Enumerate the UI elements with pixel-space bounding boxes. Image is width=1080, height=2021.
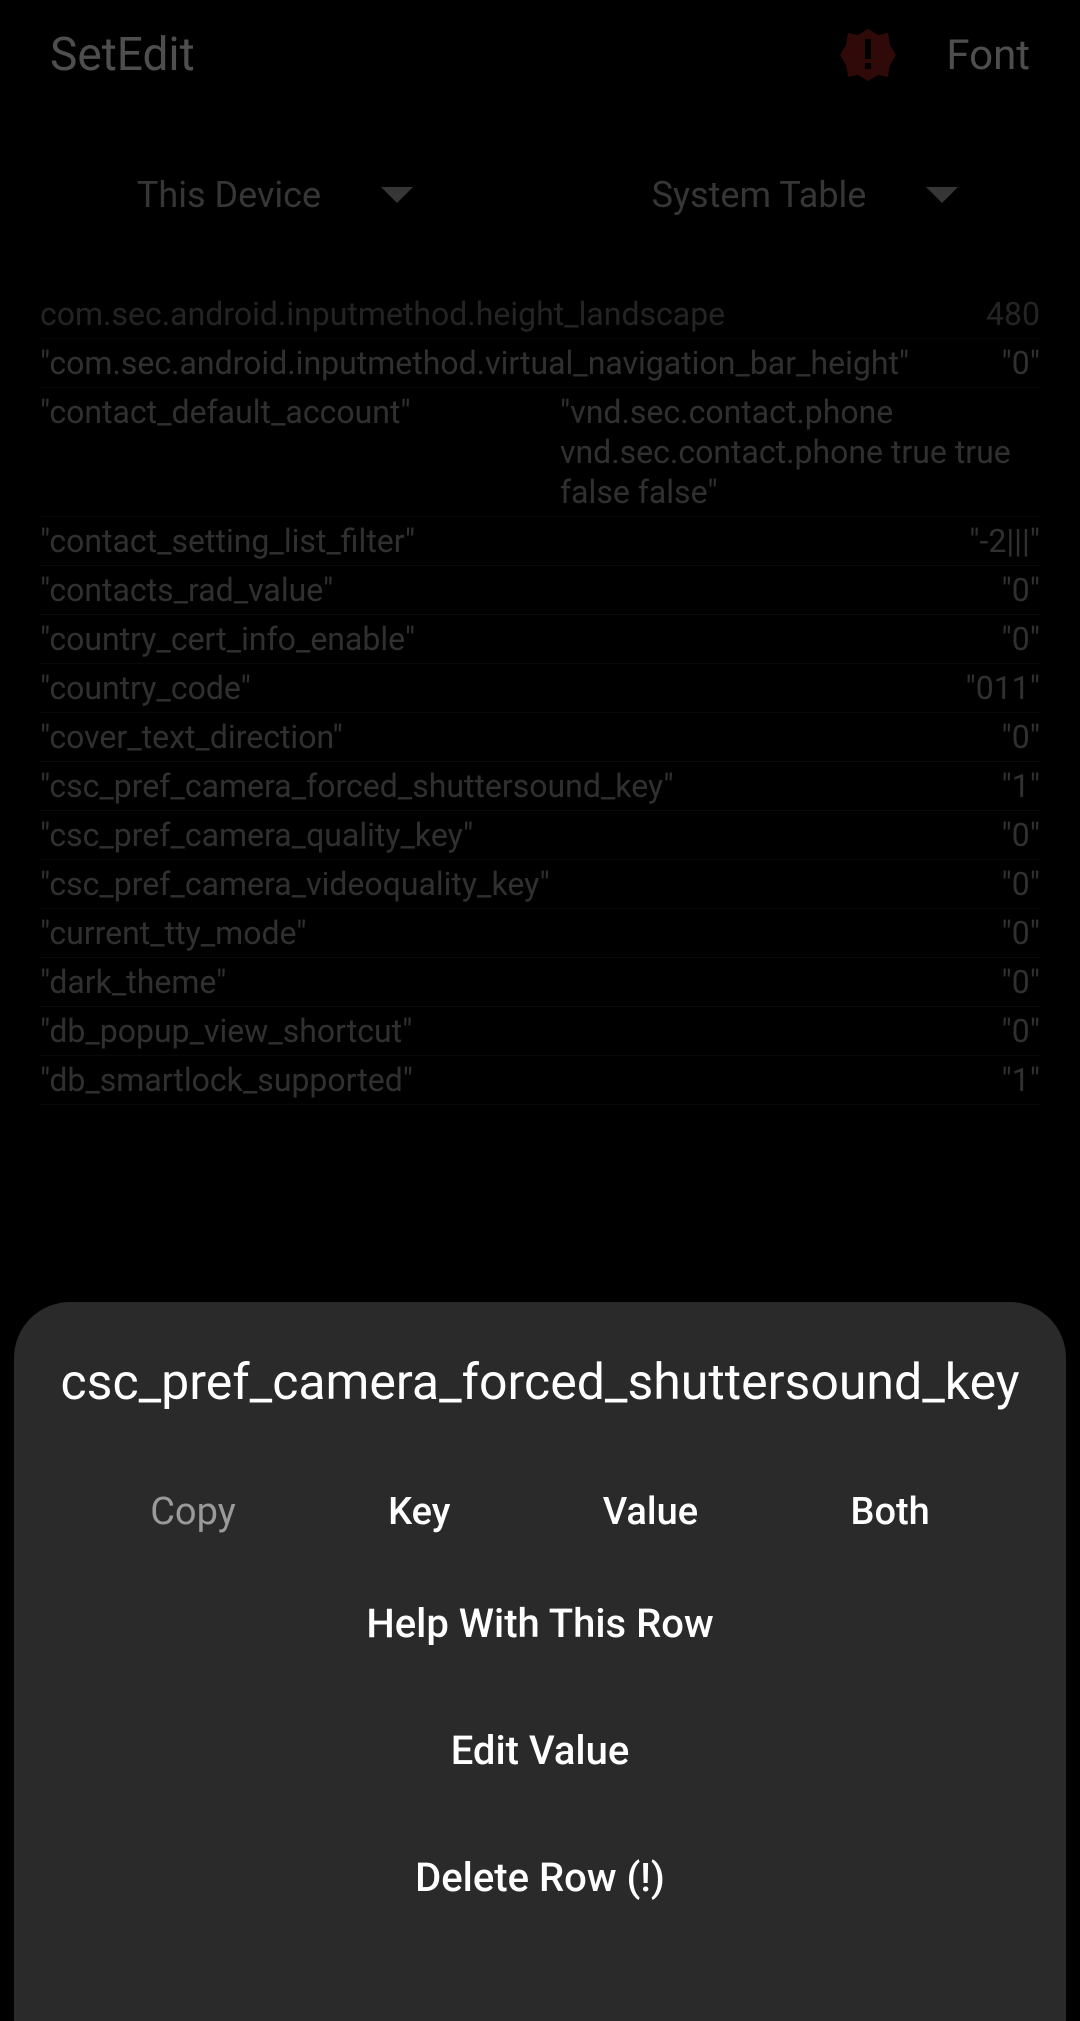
context-dialog: csc_pref_camera_forced_shuttersound_key … [14,1302,1066,2021]
chevron-down-icon [381,187,413,203]
table-row[interactable]: "country_cert_info_enable" "0" [40,615,1040,664]
row-value: 480 [986,294,1040,334]
table-row[interactable]: "contact_setting_list_filter" "-2|||" [40,517,1040,566]
table-row[interactable]: "contacts_rad_value" "0" [40,566,1040,615]
chevron-down-icon [926,187,958,203]
copy-value-button[interactable]: Value [603,1490,698,1534]
row-value: "0" [1002,570,1040,610]
row-value: "vnd.sec.contact.phone vnd.sec.contact.p… [560,392,1040,512]
row-value: "0" [1002,962,1040,1002]
font-button[interactable]: Font [946,31,1030,80]
device-dropdown[interactable]: This Device [30,160,520,230]
table-row[interactable]: "contact_default_account" "vnd.sec.contac… [40,388,1040,517]
copy-row: Copy Key Value Both [44,1464,1036,1560]
row-value: "0" [1002,815,1040,855]
device-dropdown-label: This Device [137,174,321,216]
edit-value-button[interactable]: Edit Value [44,1687,1036,1814]
settings-table: com.sec.android.inputmethod.height_lands… [0,290,1080,1105]
app-header: SetEdit Font [0,0,1080,110]
row-key: "country_code" [40,668,251,708]
row-key: "csc_pref_camera_quality_key" [40,815,473,855]
header-right: Font [840,27,1030,83]
row-key: "csc_pref_camera_forced_shuttersound_key… [40,766,674,806]
table-row[interactable]: com.sec.android.inputmethod.height_lands… [40,290,1040,339]
row-key: "country_cert_info_enable" [40,619,415,659]
table-row[interactable]: "csc_pref_camera_videoquality_key" "0" [40,860,1040,909]
copy-label: Copy [150,1490,236,1534]
row-value: "0" [1002,717,1040,757]
row-key: "contacts_rad_value" [40,570,333,610]
table-row[interactable]: "dark_theme" "0" [40,958,1040,1007]
row-value: "0" [1002,913,1040,953]
table-row[interactable]: "com.sec.android.inputmethod.virtual_nav… [40,339,1040,388]
row-key: "dark_theme" [40,962,226,1002]
row-key: "com.sec.android.inputmethod.virtual_nav… [40,343,680,383]
table-row[interactable]: "cover_text_direction" "0" [40,713,1040,762]
table-row[interactable]: "country_code" "011" [40,664,1040,713]
row-key: "csc_pref_camera_videoquality_key" [40,864,550,904]
row-key: "db_smartlock_supported" [40,1060,413,1100]
table-row[interactable]: "current_tty_mode" "0" [40,909,1040,958]
dialog-title: csc_pref_camera_forced_shuttersound_key [44,1352,1036,1465]
table-dropdown-label: System Table [652,174,867,216]
table-row[interactable]: "csc_pref_camera_forced_shuttersound_key… [40,762,1040,811]
table-row[interactable]: "db_smartlock_supported" "1" [40,1056,1040,1105]
warning-icon[interactable] [840,27,896,83]
app-title: SetEdit [50,28,195,82]
row-value: "0" [1002,619,1040,659]
row-key: "contact_setting_list_filter" [40,521,415,561]
help-row-button[interactable]: Help With This Row [44,1560,1036,1687]
row-value: "011" [966,668,1040,708]
copy-key-button[interactable]: Key [388,1490,450,1534]
row-value: "-2|||" [969,521,1040,561]
row-key: "current_tty_mode" [40,913,307,953]
row-value: "1" [1002,1060,1040,1100]
row-key: "cover_text_direction" [40,717,343,757]
row-value: "0" [1002,343,1040,383]
row-value: "0" [1002,1011,1040,1051]
table-row[interactable]: "db_popup_view_shortcut" "0" [40,1007,1040,1056]
row-value: "0" [1002,864,1040,904]
dropdown-row: This Device System Table [0,110,1080,260]
table-row[interactable]: "csc_pref_camera_quality_key" "0" [40,811,1040,860]
row-key: com.sec.android.inputmethod.height_lands… [40,294,680,334]
table-dropdown[interactable]: System Table [560,160,1050,230]
row-key: "db_popup_view_shortcut" [40,1011,412,1051]
row-value: "1" [1002,766,1040,806]
delete-row-button[interactable]: Delete Row (!) [44,1814,1036,1941]
copy-both-button[interactable]: Both [850,1490,929,1534]
row-key: "contact_default_account" [40,392,411,512]
